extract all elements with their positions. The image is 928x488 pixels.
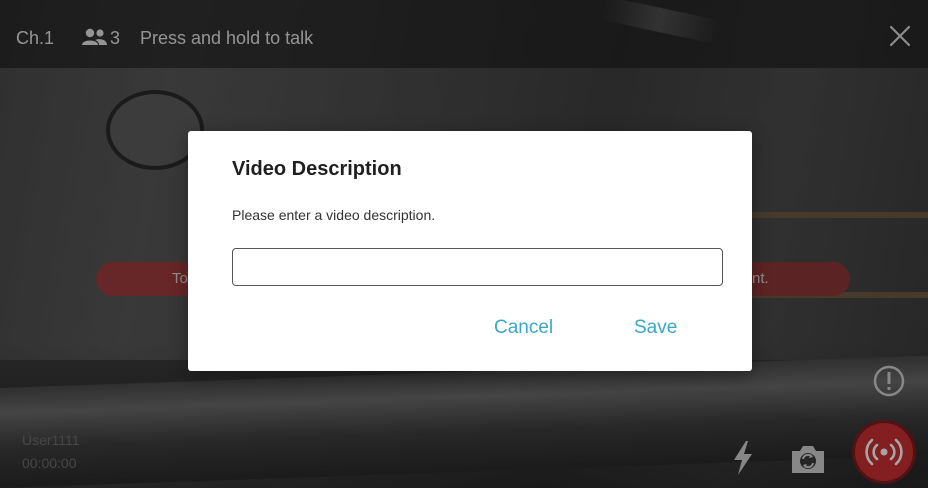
video-description-input[interactable]: [232, 248, 723, 286]
save-button[interactable]: Save: [628, 313, 683, 343]
cancel-button[interactable]: Cancel: [488, 313, 559, 343]
dialog-title: Video Description: [232, 158, 402, 180]
video-description-dialog: Video Description Please enter a video d…: [188, 131, 752, 371]
dialog-message: Please enter a video description.: [232, 207, 436, 223]
